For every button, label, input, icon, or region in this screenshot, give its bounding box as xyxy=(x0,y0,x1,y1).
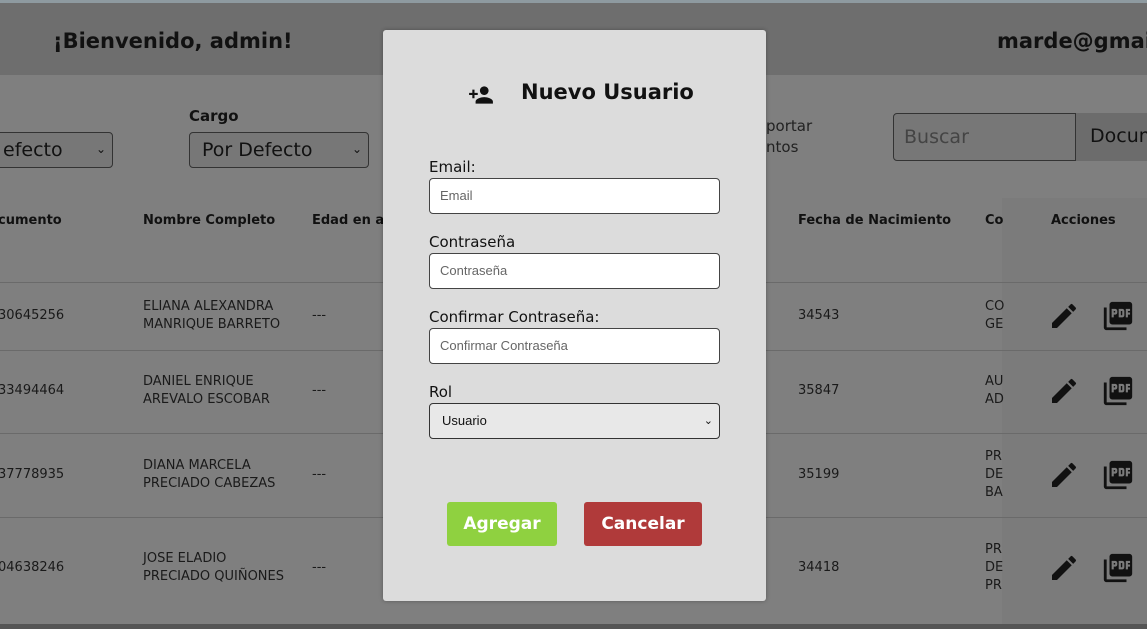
cell-nombre-line2: PRECIADO CABEZAS xyxy=(143,476,276,491)
th-cargo[interactable]: Co xyxy=(985,213,1003,228)
cell-fecha: 35847 xyxy=(798,383,840,398)
confirm-password-label: Confirmar Contraseña: xyxy=(429,308,600,326)
pencil-icon[interactable] xyxy=(1048,459,1080,491)
new-user-modal: Nuevo Usuario Email: Email Contraseña Co… xyxy=(383,30,766,601)
th-documento[interactable]: cumento xyxy=(0,213,62,228)
cell-cargo-line2: GE xyxy=(985,317,1004,332)
cell-nombre-line2: AREVALO ESCOBAR xyxy=(143,392,270,407)
cell-cargo-line1: AU xyxy=(985,374,1004,389)
pdf-icon[interactable] xyxy=(1101,299,1135,333)
user-email[interactable]: marde@gmail.c xyxy=(997,29,1147,53)
pdf-icon[interactable] xyxy=(1101,551,1135,585)
cell-edad: --- xyxy=(312,383,327,398)
cell-edad: --- xyxy=(312,308,327,323)
password-field[interactable]: Contraseña xyxy=(429,253,720,289)
welcome-text: ¡Bienvenido, admin! xyxy=(53,29,293,53)
pencil-icon[interactable] xyxy=(1048,300,1080,332)
password-label: Contraseña xyxy=(429,233,516,251)
th-fecha-nacimiento[interactable]: Fecha de Nacimiento xyxy=(798,213,951,228)
cell-fecha: 35199 xyxy=(798,467,840,482)
cell-cargo: CO GE xyxy=(985,298,1004,334)
email-field[interactable]: Email xyxy=(429,178,720,214)
search-placeholder: Buscar xyxy=(904,126,969,148)
add-button[interactable]: Agregar xyxy=(447,502,557,546)
cell-nombre: DANIEL ENRIQUE AREVALO ESCOBAR xyxy=(143,373,270,409)
cell-documento: 33494464 xyxy=(0,383,65,398)
confirm-password-field[interactable]: Confirmar Contraseña xyxy=(429,328,720,364)
cell-fecha: 34418 xyxy=(798,560,840,575)
modal-header: Nuevo Usuario xyxy=(467,80,697,110)
chevron-down-icon: ⌄ xyxy=(703,415,713,427)
export-link[interactable]: portar ntos xyxy=(766,116,812,158)
cell-nombre: DIANA MARCELA PRECIADO CABEZAS xyxy=(143,457,275,493)
cell-nombre: JOSE ELADIO PRECIADO QUIÑONES xyxy=(143,550,284,586)
cell-cargo-line1: PR xyxy=(985,542,1002,557)
pencil-icon[interactable] xyxy=(1048,552,1080,584)
pdf-icon[interactable] xyxy=(1101,458,1135,492)
cell-cargo-line2: DE xyxy=(985,560,1004,575)
cell-cargo-line1: PR xyxy=(985,449,1002,464)
cell-edad: --- xyxy=(312,560,327,575)
role-label: Rol xyxy=(429,383,453,401)
export-line-2: ntos xyxy=(766,138,799,156)
filter-select-1[interactable]: efecto ⌄ xyxy=(0,132,113,168)
cargo-label: Cargo xyxy=(189,107,239,125)
cell-nombre-line2: PRECIADO QUIÑONES xyxy=(143,569,284,584)
user-plus-icon xyxy=(469,86,493,104)
filter-select-1-value: efecto xyxy=(3,139,63,161)
modal-title: Nuevo Usuario xyxy=(521,80,694,104)
cell-nombre-line1: ELIANA ALEXANDRA xyxy=(143,299,274,314)
th-edad[interactable]: Edad en añ xyxy=(312,213,393,228)
cell-nombre-line1: DIANA MARCELA xyxy=(143,458,251,473)
role-select[interactable]: Usuario ⌄ xyxy=(429,403,720,439)
cell-documento: 37778935 xyxy=(0,467,65,482)
cell-fecha: 34543 xyxy=(798,308,840,323)
cargo-select[interactable]: Por Defecto ⌄ xyxy=(189,132,369,168)
cell-cargo-line2: DE xyxy=(985,467,1004,482)
cell-nombre-line1: JOSE ELADIO xyxy=(143,551,227,566)
email-label: Email: xyxy=(429,158,476,176)
export-line-1: portar xyxy=(766,117,813,135)
cell-cargo-line3: BA xyxy=(985,485,1003,500)
pdf-icon[interactable] xyxy=(1101,374,1135,408)
chevron-down-icon: ⌄ xyxy=(351,142,362,156)
cell-cargo: PR DE PR xyxy=(985,541,1003,595)
cell-nombre: ELIANA ALEXANDRA MANRIQUE BARRETO xyxy=(143,298,280,334)
chevron-down-icon: ⌄ xyxy=(95,142,106,156)
cell-documento: 30645256 xyxy=(0,308,65,323)
cell-cargo: AU AD xyxy=(985,373,1004,409)
cell-cargo: PR DE BA xyxy=(985,448,1003,502)
th-nombre[interactable]: Nombre Completo xyxy=(143,213,275,228)
cell-nombre-line1: DANIEL ENRIQUE xyxy=(143,374,254,389)
th-acciones: Acciones xyxy=(1051,213,1116,228)
horizontal-scrollbar[interactable] xyxy=(0,624,1147,629)
cancel-button[interactable]: Cancelar xyxy=(584,502,702,546)
cell-cargo-line2: AD xyxy=(985,392,1004,407)
search-document-button[interactable]: Docum xyxy=(1075,113,1147,161)
cell-nombre-line2: MANRIQUE BARRETO xyxy=(143,317,281,332)
cell-cargo-line1: CO xyxy=(985,299,1005,314)
role-select-value: Usuario xyxy=(442,413,487,428)
cargo-select-value: Por Defecto xyxy=(202,139,313,161)
cell-documento: 04638246 xyxy=(0,560,65,575)
cell-edad: --- xyxy=(312,467,327,482)
pencil-icon[interactable] xyxy=(1048,375,1080,407)
cell-cargo-line3: PR xyxy=(985,578,1002,593)
